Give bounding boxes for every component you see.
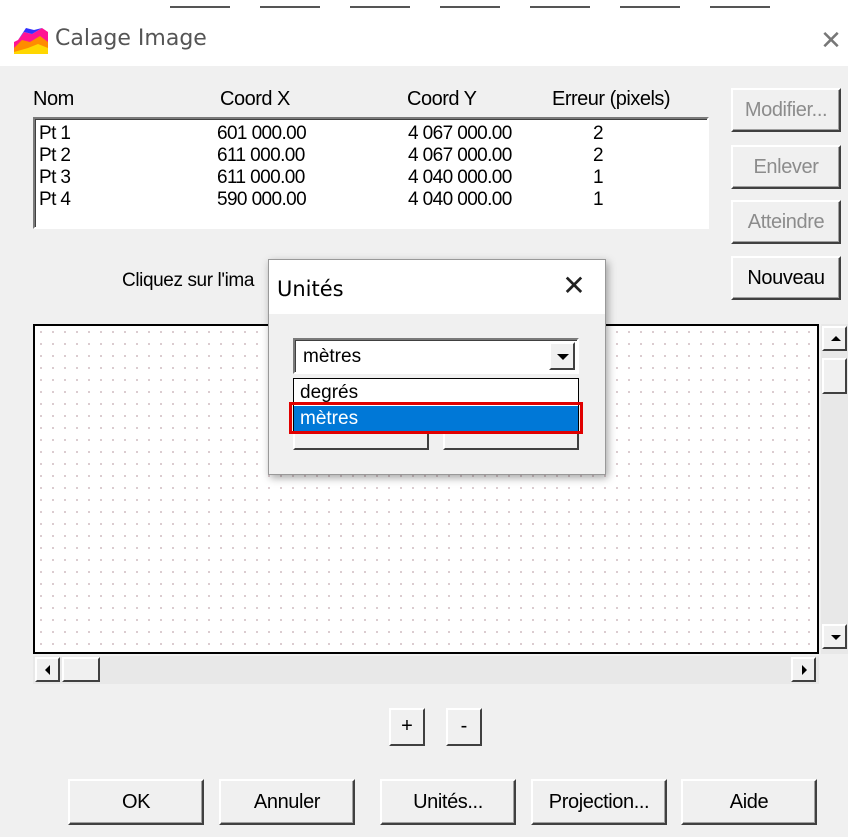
row-coord-y: 4 067 000.00 [408,123,512,144]
selection-highlight-box [289,402,583,434]
scroll-left-button[interactable] [35,657,60,682]
combo-dropdown-button[interactable] [549,342,575,370]
row-coord-y: 4 040 000.00 [408,167,512,188]
column-header-erreur[interactable]: Erreur (pixels) [552,88,671,111]
atteindre-label: Atteindre [747,211,825,233]
row-erreur: 1 [593,189,604,210]
points-list[interactable]: Pt 1 601 000.00 4 067 000.00 2 Pt 2 611 … [33,117,709,229]
column-header-coord-y[interactable]: Coord Y [407,88,477,111]
row-coord-x: 590 000.00 [217,189,307,210]
modifier-button[interactable]: Modifier... [731,88,841,132]
enlever-button[interactable]: Enlever [731,145,841,189]
row-coord-x: 601 000.00 [217,123,307,144]
row-nom: Pt 3 [39,167,71,188]
modifier-label: Modifier... [744,99,828,121]
row-coord-y: 4 067 000.00 [408,145,512,166]
scroll-up-button[interactable] [822,326,847,351]
zoom-out-button[interactable]: - [446,708,482,746]
enlever-label: Enlever [753,156,819,178]
zoom-out-label: - [460,715,468,737]
annuler-label: Annuler [253,791,321,813]
chevron-down-icon [557,354,569,360]
combo-value: mètres [303,346,362,367]
horizontal-scroll-thumb[interactable] [62,657,100,682]
table-row[interactable]: Pt 4 590 000.00 4 040 000.00 1 [35,189,707,211]
row-nom: Pt 2 [39,145,71,166]
scroll-down-button[interactable] [822,624,847,649]
row-coord-y: 4 040 000.00 [408,189,512,210]
ok-label: OK [121,791,151,813]
table-row[interactable]: Pt 2 611 000.00 4 067 000.00 2 [35,145,707,167]
unites-label: Unités... [413,791,483,813]
dialog-close-icon[interactable]: ✕ [559,271,589,301]
aide-label: Aide [729,791,769,813]
screen-top-edge [0,0,848,10]
projection-button[interactable]: Projection... [531,779,667,825]
arrow-left-icon [45,665,50,675]
option-label: degrés [300,382,359,403]
row-coord-x: 611 000.00 [217,167,305,188]
window-close-icon[interactable]: ✕ [818,28,844,54]
row-erreur: 1 [593,167,604,188]
column-header-nom[interactable]: Nom [33,88,74,111]
table-row[interactable]: Pt 1 601 000.00 4 067 000.00 2 [35,123,707,145]
row-coord-x: 611 000.00 [217,145,305,166]
dialog-title: Unités [277,277,344,301]
row-erreur: 2 [593,123,604,144]
table-row[interactable]: Pt 3 611 000.00 4 040 000.00 1 [35,167,707,189]
unites-dialog: Unités ✕ mètres degrés mètres [268,259,606,475]
atteindre-button[interactable]: Atteindre [731,200,841,244]
calage-image-window: Calage Image ✕ Nom Coord X Coord Y Erreu… [0,0,848,837]
title-bar[interactable]: Calage Image ✕ [0,10,848,66]
row-nom: Pt 4 [39,189,71,210]
window-title: Calage Image [55,26,207,51]
unites-button[interactable]: Unités... [380,779,516,825]
scroll-right-button[interactable] [791,657,816,682]
nouveau-button[interactable]: Nouveau [731,256,841,300]
aide-button[interactable]: Aide [681,779,817,825]
horizontal-scrollbar[interactable] [33,656,819,684]
dialog-title-bar[interactable]: Unités ✕ [269,260,605,314]
vertical-scrollbar[interactable] [821,324,848,654]
zoom-in-button[interactable]: + [389,708,425,746]
app-icon [14,28,48,54]
arrow-down-icon [831,635,841,640]
arrow-up-icon [831,336,841,341]
nouveau-label: Nouveau [747,267,825,289]
row-erreur: 2 [593,145,604,166]
instruction-text: Cliquez sur l'ima [122,270,254,291]
zoom-in-label: + [401,715,413,737]
row-nom: Pt 1 [39,123,71,144]
vertical-scroll-thumb[interactable] [822,358,847,394]
ok-button[interactable]: OK [68,779,204,825]
annuler-button[interactable]: Annuler [219,779,355,825]
projection-label: Projection... [548,791,650,813]
column-header-coord-x[interactable]: Coord X [220,88,290,111]
arrow-right-icon [802,665,807,675]
units-combobox[interactable]: mètres [293,338,579,374]
